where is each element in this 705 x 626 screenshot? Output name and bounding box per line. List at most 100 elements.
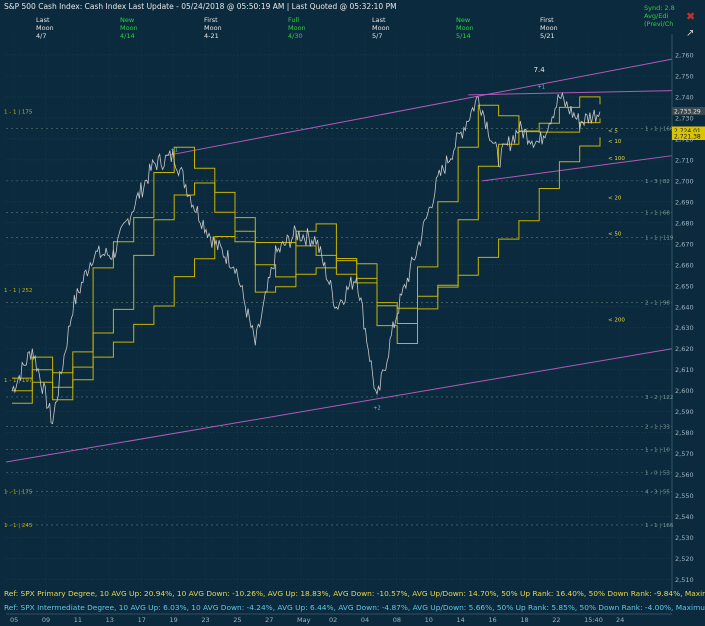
y-tick-label: 2,660 [675, 261, 694, 269]
cycle-date: 4/30 [288, 32, 303, 40]
y-tick-label: 2,690 [675, 198, 694, 206]
footer-primary: Ref: SPX Primary Degree, 10 AVG Up: 20.9… [4, 589, 705, 598]
close-icon[interactable]: ✖ [686, 10, 695, 23]
y-tick-label: 2,570 [675, 450, 694, 458]
expand-icon[interactable]: ↗ [686, 28, 694, 39]
cycle-body: Moon [288, 24, 306, 32]
status-tag: Synd: 2.8 [644, 4, 675, 12]
x-tick-label: 04 [361, 616, 369, 624]
y-tick-label: 2,630 [675, 324, 694, 332]
chart-title: S&P 500 Cash Index: Cash Index Last Upda… [4, 2, 397, 11]
x-tick-label: 17 [138, 616, 146, 624]
y-tick-label: 2,610 [675, 366, 694, 374]
y-tick-label: 2,560 [675, 471, 694, 479]
y-tick-label: 2,620 [675, 345, 694, 353]
y-tick-label: 2,590 [675, 408, 694, 416]
x-tick-label: 10 [425, 616, 433, 624]
chart-background [0, 0, 705, 626]
cycle-label: 7.4 [534, 66, 546, 74]
last-price-label: 2,721.38 [674, 134, 701, 141]
cycle-phase: New [120, 16, 135, 24]
y-tick-label: 2,700 [675, 177, 694, 185]
x-tick-label: 15:40 [584, 616, 603, 624]
x-tick-label: 23 [201, 616, 209, 624]
ma-label: < 10 [608, 139, 622, 145]
y-tick-label: 2,760 [675, 51, 694, 59]
price-chart: 2,510 2,520 2,530 2,540 2,550 2,560 2,570 2,580… [0, 0, 705, 626]
left-level-label: 1 - 1 | 252 [4, 288, 32, 294]
left-level-label: 1 - 1 | 197 [4, 378, 33, 384]
y-tick-label: 2,740 [675, 93, 694, 101]
y-tick-label: 2,680 [675, 219, 694, 227]
cycle-date: 4/14 [120, 32, 135, 40]
cycle-phase: Last [36, 16, 50, 24]
ma-label: < 5 [608, 129, 618, 135]
right-level-label: 1 - 1 | 166 [645, 523, 674, 529]
cycle-phase: First [540, 16, 554, 24]
x-tick-label: May [297, 616, 311, 624]
y-tick-label: 2,530 [675, 534, 694, 542]
cycle-date: 5/21 [540, 32, 555, 40]
y-tick-label: 2,730 [675, 114, 694, 122]
status-tag: (Previ/Ch [644, 20, 673, 28]
y-tick-label: 2,670 [675, 240, 694, 248]
y-tick-label: 2,520 [675, 555, 694, 563]
cycle-date: 5/14 [456, 32, 471, 40]
x-tick-label: 18 [520, 616, 528, 624]
x-tick-label: 14 [457, 616, 465, 624]
left-level-label: 1 - 1 | 245 [4, 523, 33, 529]
y-tick-label: 2,640 [675, 303, 694, 311]
ma-label: < 20 [608, 196, 622, 202]
y-tick-label: 2,540 [675, 513, 694, 521]
cycle-label: +2 [373, 406, 380, 412]
x-tick-label: 25 [233, 616, 241, 624]
cycle-phase: Full [288, 16, 299, 24]
y-tick-label: 2,580 [675, 429, 694, 437]
y-tick-label: 2,750 [675, 72, 694, 80]
cycle-date: 4/7 [36, 32, 46, 40]
y-tick-label: 2,550 [675, 492, 694, 500]
cycle-phase: Last [372, 16, 386, 24]
right-level-label: 1 - 1 | 10 [645, 447, 670, 453]
cycle-body: Moon [120, 24, 138, 32]
y-tick-label: 2,600 [675, 387, 694, 395]
y-tick-label: 2,510 [675, 576, 694, 584]
right-level-label: 3 - 2 | 122 [645, 395, 673, 401]
cycle-body: Moon [36, 24, 54, 32]
x-tick-label: 08 [393, 616, 401, 624]
right-level-label: 1 - 3 | 82 [645, 179, 670, 185]
x-tick-label: 16 [488, 616, 496, 624]
cycle-label: +1 [538, 85, 545, 91]
status-tag: Avg/Edi [644, 12, 668, 20]
x-tick-label: 19 [169, 616, 177, 624]
ma-label: < 50 [608, 231, 622, 237]
x-tick-label: 05 [10, 616, 18, 624]
right-level-label: 1 - 1 | 119 [645, 236, 674, 242]
cycle-date: 4-21 [204, 32, 219, 40]
right-level-label: 2 - 1 | 98 [645, 301, 670, 307]
left-level-label: 1 - 1 | 175 [4, 489, 33, 495]
x-tick-label: 22 [552, 616, 560, 624]
x-tick-label: 13 [106, 616, 114, 624]
cycle-date: 5/7 [372, 32, 382, 40]
x-tick-label: 24 [616, 616, 624, 624]
ma-label: < 200 [608, 317, 625, 323]
y-tick-label: 2,710 [675, 156, 694, 164]
left-level-label: 1 - 1 | 175 [4, 110, 33, 116]
x-tick-label: 09 [42, 616, 50, 624]
last-price-label: 2,733.29 [674, 109, 701, 116]
cycle-body: Moon [204, 24, 222, 32]
right-level-label: 1 - 1 | 68 [645, 210, 670, 216]
cycle-body: Moon [540, 24, 558, 32]
ma-label: < 100 [608, 156, 625, 162]
cycle-body: Moon [372, 24, 390, 32]
x-tick-label: 27 [265, 616, 273, 624]
right-level-label: 1 - 0 | 53 [645, 471, 670, 477]
cycle-phase: First [204, 16, 218, 24]
right-level-label: 4 - 3 | 55 [645, 489, 670, 495]
x-tick-label: 02 [329, 616, 337, 624]
cycle-phase: New [456, 16, 471, 24]
right-level-label: 2 - 1 | 33 [645, 424, 670, 430]
cycle-label: +1 [171, 147, 178, 153]
right-level-label: 1 - 1 | 166 [645, 126, 674, 132]
